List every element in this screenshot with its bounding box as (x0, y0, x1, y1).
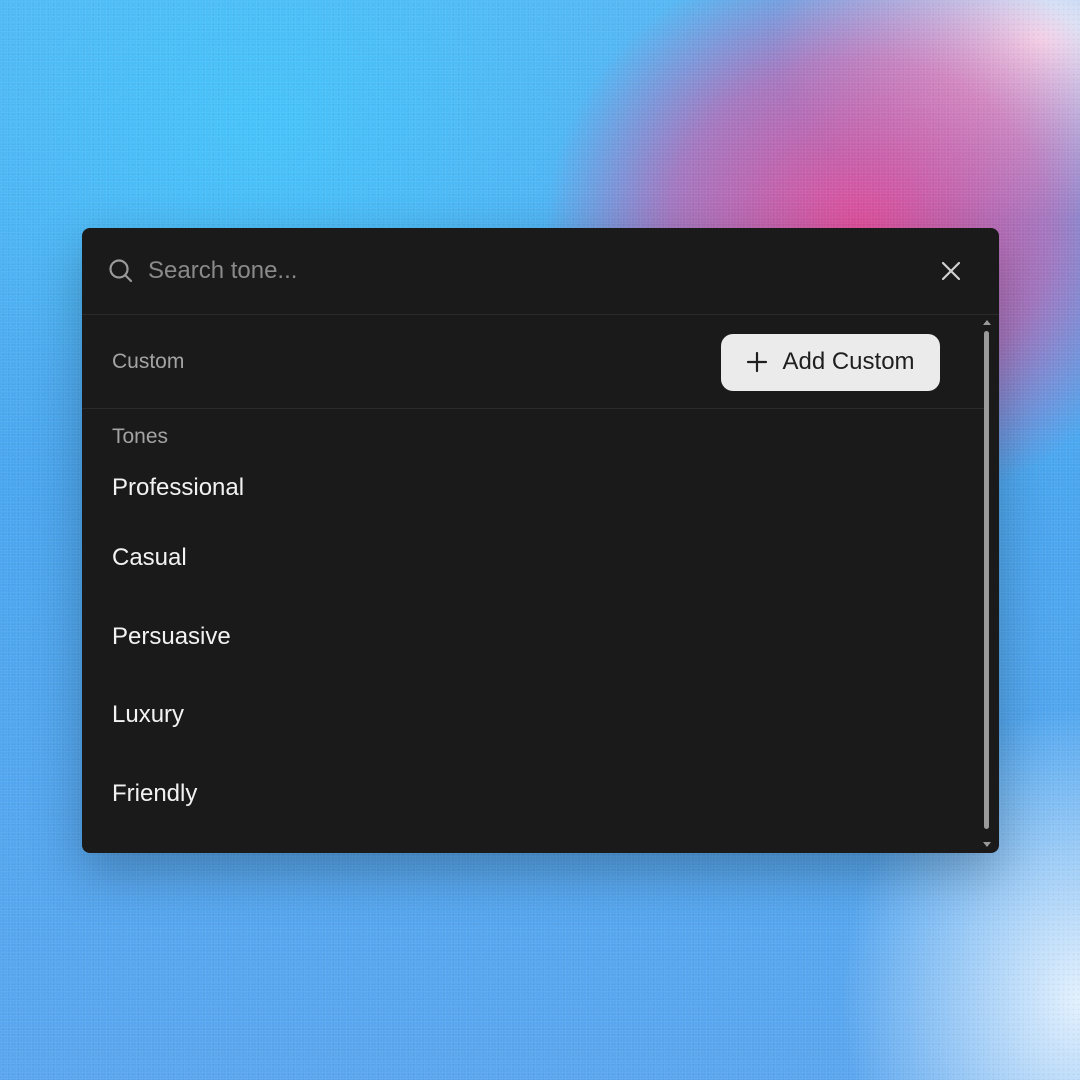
tone-list: Professional Casual Persuasive Luxury Fr… (82, 467, 999, 833)
tone-option-professional[interactable]: Professional (82, 467, 999, 519)
search-icon (108, 258, 134, 284)
tone-picker-panel: Custom Add Custom Tones Professional Cas… (82, 228, 999, 853)
tone-option-casual[interactable]: Casual (82, 519, 999, 598)
search-bar (82, 228, 999, 315)
custom-section: Custom Add Custom (82, 316, 985, 409)
tone-option-persuasive[interactable]: Persuasive (82, 598, 999, 677)
plus-icon (746, 351, 768, 373)
tone-option-luxury[interactable]: Luxury (82, 676, 999, 755)
add-custom-button[interactable]: Add Custom (721, 333, 940, 391)
close-icon (941, 261, 961, 281)
options-list: Custom Add Custom Tones Professional Cas… (82, 316, 999, 853)
tones-section-label: Tones (112, 425, 169, 448)
close-button[interactable] (937, 257, 965, 285)
custom-section-label: Custom (112, 350, 185, 373)
search-input[interactable] (148, 257, 937, 285)
add-custom-label: Add Custom (782, 348, 915, 375)
scroll-up-arrow-icon[interactable] (983, 320, 991, 325)
scrollbar-thumb[interactable] (984, 331, 989, 829)
tone-option-friendly[interactable]: Friendly (82, 755, 999, 834)
scrollbar[interactable] (981, 316, 993, 853)
scroll-down-arrow-icon[interactable] (983, 842, 991, 847)
